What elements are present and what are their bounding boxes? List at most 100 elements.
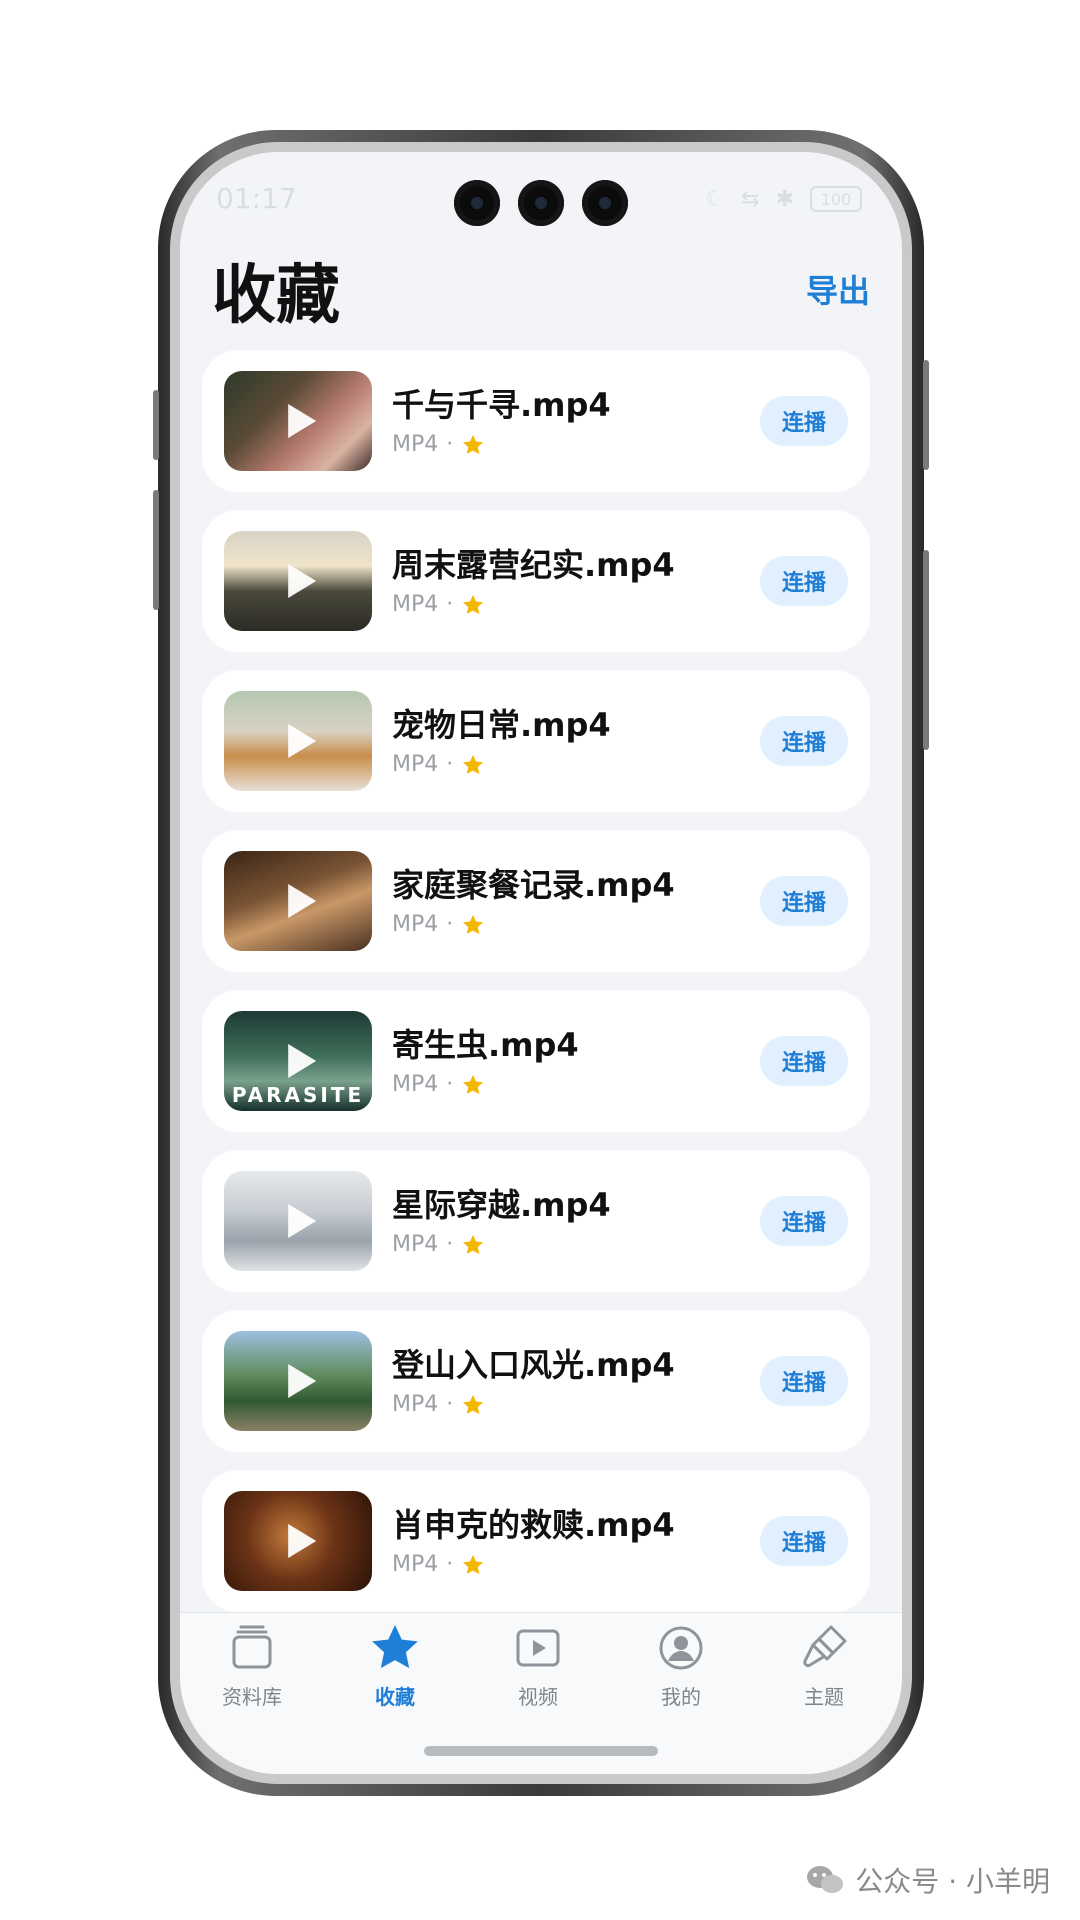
video-format: MP4 [392, 1232, 439, 1257]
list-item[interactable]: 宠物日常.mp4 MP4 · 连播 [202, 670, 870, 812]
video-icon [516, 1629, 560, 1667]
play-icon [288, 724, 317, 758]
tab-label: 资料库 [222, 1685, 282, 1709]
video-name: 周末露营纪实.mp4 [392, 546, 675, 584]
camera-cutout [454, 180, 628, 226]
watermark: 公众号 · 小羊明 [805, 1860, 1050, 1900]
autoplay-button[interactable]: 连播 [760, 556, 848, 606]
export-button[interactable]: 导出 [806, 266, 870, 312]
autoplay-button[interactable]: 连播 [760, 716, 848, 766]
play-icon [288, 1044, 317, 1078]
favorites-list: 千与千寻.mp4 MP4 · 连播 周末露营纪实.mp4 MP4 · 连播 宠物… [202, 350, 870, 1630]
brush-icon [803, 1625, 847, 1668]
thumbnail-title: PARASITE [231, 1083, 365, 1107]
screen: 01:17 ☾ ⇆ ✱ 100 收藏 导出 千与千寻.mp4 MP4 · 连播 … [180, 152, 902, 1774]
camera-lens [518, 180, 564, 226]
library-icon [232, 1625, 272, 1669]
camera-lens [454, 180, 500, 226]
play-icon [288, 884, 317, 918]
tab-bar: 资料库 收藏 视频 我的 主题 [180, 1612, 902, 1774]
video-meta: MP4 · [392, 432, 485, 457]
battery-icon: 100 [810, 186, 862, 212]
tab-favorites[interactable]: 收藏 [335, 1621, 455, 1710]
meta-separator: · [446, 1072, 454, 1097]
video-name: 家庭聚餐记录.mp4 [392, 866, 675, 904]
battery-level: 100 [820, 189, 852, 209]
video-meta: MP4 · [392, 1072, 485, 1097]
favorite-star-icon [463, 594, 484, 614]
tab-label: 主题 [804, 1685, 844, 1709]
autoplay-button[interactable]: 连播 [760, 1036, 848, 1086]
list-item[interactable]: 千与千寻.mp4 MP4 · 连播 [202, 350, 870, 492]
tab-theme[interactable]: 主题 [764, 1621, 884, 1710]
video-thumbnail[interactable] [224, 691, 372, 791]
meta-separator: · [446, 1552, 454, 1577]
watermark-text: 公众号 · 小羊明 [855, 1865, 1050, 1898]
status-bar: 01:17 ☾ ⇆ ✱ 100 [180, 152, 902, 242]
meta-separator: · [446, 592, 454, 617]
video-format: MP4 [392, 752, 439, 777]
side-button [923, 550, 929, 750]
video-meta: MP4 · [392, 1552, 485, 1577]
video-thumbnail[interactable] [224, 1331, 372, 1431]
tab-library[interactable]: 资料库 [192, 1621, 312, 1710]
power-button [923, 360, 929, 470]
video-thumbnail[interactable]: PARASITE [224, 1011, 372, 1111]
list-item[interactable]: 家庭聚餐记录.mp4 MP4 · 连播 [202, 830, 870, 972]
meta-separator: · [446, 752, 454, 777]
autoplay-button[interactable]: 连播 [760, 1196, 848, 1246]
video-meta: MP4 · [392, 1392, 485, 1417]
favorite-star-icon [463, 1554, 484, 1574]
favorite-star-icon [463, 1234, 484, 1254]
video-format: MP4 [392, 592, 439, 617]
video-name: 星际穿越.mp4 [392, 1186, 611, 1224]
play-icon [288, 1364, 317, 1398]
camera-lens [582, 180, 628, 226]
tab-label: 视频 [518, 1685, 558, 1709]
meta-separator: · [446, 912, 454, 937]
autoplay-button[interactable]: 连播 [760, 1356, 848, 1406]
autoplay-button[interactable]: 连播 [760, 876, 848, 926]
phone-frame: 01:17 ☾ ⇆ ✱ 100 收藏 导出 千与千寻.mp4 MP4 · 连播 … [153, 130, 929, 1796]
list-item[interactable]: 肖申克的救赎.mp4 MP4 · 连播 [202, 1470, 870, 1612]
phone-bezel: 01:17 ☾ ⇆ ✱ 100 收藏 导出 千与千寻.mp4 MP4 · 连播 … [170, 142, 912, 1784]
video-meta: MP4 · [392, 912, 485, 937]
video-name: 登山入口风光.mp4 [392, 1346, 675, 1384]
list-item[interactable]: 星际穿越.mp4 MP4 · 连播 [202, 1150, 870, 1292]
volume-button [153, 390, 159, 460]
page-title: 收藏 [212, 259, 340, 333]
video-format: MP4 [392, 912, 439, 937]
play-icon [288, 1524, 317, 1558]
status-icons: ☾ ⇆ ✱ 100 [705, 186, 862, 212]
video-thumbnail[interactable] [224, 531, 372, 631]
meta-separator: · [446, 1232, 454, 1257]
meta-separator: · [446, 432, 454, 457]
moon-icon: ☾ [705, 186, 726, 212]
autoplay-button[interactable]: 连播 [760, 1516, 848, 1566]
autoplay-button[interactable]: 连播 [760, 396, 848, 446]
tab-profile[interactable]: 我的 [621, 1621, 741, 1710]
profile-icon [659, 1626, 703, 1670]
video-thumbnail[interactable] [224, 371, 372, 471]
tab-video[interactable]: 视频 [478, 1621, 598, 1710]
video-name: 千与千寻.mp4 [392, 386, 611, 424]
play-icon [288, 1204, 317, 1238]
play-icon [288, 564, 317, 598]
list-item[interactable]: 周末露营纪实.mp4 MP4 · 连播 [202, 510, 870, 652]
favorite-star-icon [463, 434, 484, 454]
tab-label: 收藏 [375, 1685, 415, 1709]
video-format: MP4 [392, 1552, 439, 1577]
tab-label: 我的 [661, 1685, 701, 1709]
video-format: MP4 [392, 1392, 439, 1417]
list-item[interactable]: PARASITE 寄生虫.mp4 MP4 · 连播 [202, 990, 870, 1132]
video-format: MP4 [392, 1072, 439, 1097]
favorite-star-icon [463, 754, 484, 774]
video-thumbnail[interactable] [224, 1171, 372, 1271]
video-thumbnail[interactable] [224, 851, 372, 951]
favorite-star-icon [463, 1074, 484, 1094]
play-icon [288, 404, 317, 438]
home-indicator[interactable] [424, 1746, 658, 1756]
list-item[interactable]: 登山入口风光.mp4 MP4 · 连播 [202, 1310, 870, 1452]
video-thumbnail[interactable] [224, 1491, 372, 1591]
status-time: 01:17 [216, 182, 297, 215]
